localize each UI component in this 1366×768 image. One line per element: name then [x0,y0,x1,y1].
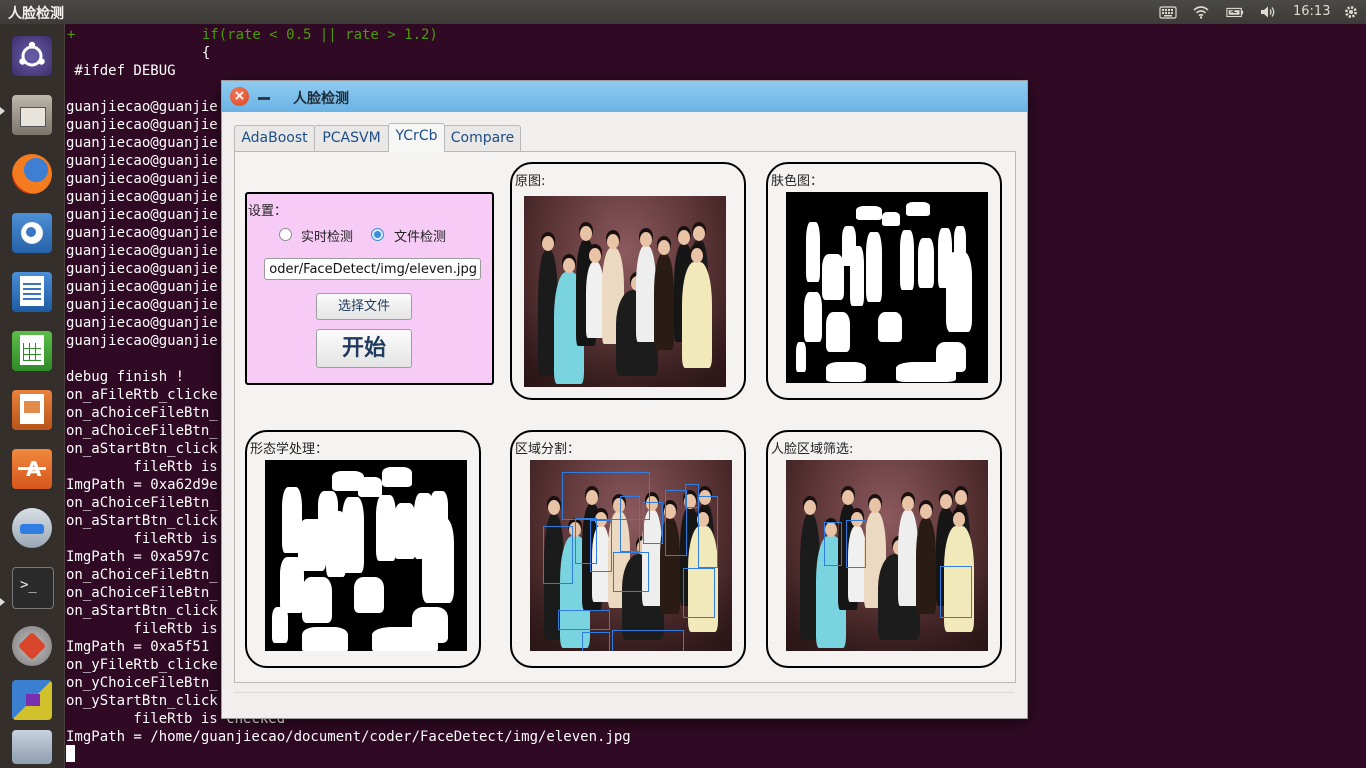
keyboard-icon[interactable] [1159,4,1177,20]
gear-icon[interactable] [1342,4,1360,20]
update-manager-icon[interactable] [6,502,58,554]
launcher: A >_ [0,24,65,768]
tab-pcasvm[interactable]: PCASVM [314,125,389,151]
choose-file-button[interactable]: 选择文件 [316,293,412,320]
radio-file-label[interactable]: 文件检测 [394,226,446,245]
software-center-icon[interactable]: A [6,443,58,495]
terminal-line: #ifdef DEBUG [66,63,176,79]
calc-icon[interactable] [6,325,58,377]
system-settings-icon[interactable] [6,620,58,672]
files-icon[interactable] [6,89,58,141]
terminal-line: on_aChoiceFileBtn_ [66,567,218,583]
terminal-line: on_aStartBtn_click [66,513,218,529]
terminal-line: guanjiecao@guanjie [66,153,218,169]
terminal-line: fileRtb is [66,459,218,475]
terminal-line: on_aChoiceFileBtn_ [66,423,218,439]
trash-icon[interactable] [6,724,58,768]
terminal-line: on_aFileRtb_clicke [66,387,218,403]
terminal-line: ImgPath = 0xa5f51 [66,639,210,655]
battery-icon[interactable] [1226,4,1244,20]
tab-adaboost[interactable]: AdaBoost [234,125,315,151]
terminal-line: on_aChoiceFileBtn_ [66,585,218,601]
terminal-line: guanjiecao@guanjie [66,135,218,151]
terminal-line: guanjiecao@guanjie [66,117,218,133]
start-button[interactable]: 开始 [316,329,412,368]
active-window-title: 人脸检测 [8,6,64,22]
face-filter-image [786,460,988,651]
skin-map-panel: 肤色图： [766,162,1002,400]
ycrcb-tab-pane: 设置： 实时检测 文件检测 oder/FaceDetect/img/eleven… [234,151,1016,683]
settings-group: 设置： 实时检测 文件检测 oder/FaceDetect/img/eleven… [245,192,494,385]
segmentation-image [530,460,732,651]
settings-title: 设置： [248,204,288,219]
morphology-image [265,460,467,651]
face-filter-panel: 人脸区域筛选: [766,430,1002,668]
firefox-icon[interactable] [6,148,58,200]
terminal-line: + if(rate < 0.5 || rate > 1.2) [67,27,438,43]
dialog-titlebar[interactable]: × 人脸检测 [222,81,1027,112]
minimize-icon[interactable] [258,97,270,100]
terminal-line: guanjiecao@guanjie [66,189,218,205]
terminal-line: on_aChoiceFileBtn_ [66,495,218,511]
terminal-line: ImgPath = 0xa62d9e [66,477,218,493]
terminal-line: ImgPath = 0xa597c [66,549,210,565]
terminal-line: guanjiecao@guanjie [66,99,218,115]
tab-ycrcb[interactable]: YCrCb [388,123,445,152]
original-image-title: 原图: [515,174,546,189]
chromium-icon[interactable] [6,207,58,259]
terminal-line: on_yFileRtb_clicke [66,657,218,673]
morphology-title: 形态学处理： [250,442,329,457]
skin-map-title: 肤色图： [771,174,824,189]
original-image-panel: 原图: [510,162,746,400]
terminal-icon[interactable]: >_ [6,561,58,613]
terminal-cursor [66,745,75,762]
terminal-line: { [67,45,211,61]
terminal-line: guanjiecao@guanjie [66,171,218,187]
terminal-line: on_yStartBtn_click [66,693,218,709]
terminal-line: fileRtb is [66,621,218,637]
terminal-line: guanjiecao@guanjie [66,279,218,295]
workspace-switcher-icon[interactable] [6,674,58,724]
file-path-text: oder/FaceDetect/img/eleven.jpg [269,262,477,277]
face-filter-title: 人脸区域筛选: [771,442,854,457]
dialog-status-bar [234,692,1014,709]
original-image [524,196,726,387]
volume-icon[interactable] [1259,4,1277,20]
terminal-line: debug finish ! [66,369,185,385]
segmentation-panel: 区域分割： [510,430,746,668]
segmentation-title: 区域分割： [515,442,581,457]
terminal-line: guanjiecao@guanjie [66,243,218,259]
file-path-input[interactable]: oder/FaceDetect/img/eleven.jpg [264,258,481,280]
face-detect-dialog: × 人脸检测 AdaBoost PCASVM YCrCb Compare 设置：… [221,80,1028,719]
tab-compare[interactable]: Compare [444,125,521,151]
terminal-line: guanjiecao@guanjie [66,207,218,223]
terminal-line: on_aChoiceFileBtn_ [66,405,218,421]
radio-realtime-label[interactable]: 实时检测 [301,226,353,245]
ubuntu-dash-icon[interactable] [6,30,58,82]
terminal-line: guanjiecao@guanjie [66,333,218,349]
clock[interactable]: 16:13 [1293,4,1330,19]
terminal-line: guanjiecao@guanjie [66,297,218,313]
terminal-line: on_aStartBtn_click [66,603,218,619]
terminal-line: on_aStartBtn_click [66,441,218,457]
terminal-line: guanjiecao@guanjie [66,261,218,277]
radio-file[interactable] [371,228,384,241]
terminal-line: on_yChoiceFileBtn_ [66,675,218,691]
top-panel: 人脸检测 16:13 [0,0,1366,24]
terminal-line: guanjiecao@guanjie [66,315,218,331]
radio-realtime[interactable] [279,228,292,241]
skin-map-image [786,192,988,383]
terminal-line: fileRtb is [66,531,218,547]
writer-icon[interactable] [6,266,58,318]
wifi-icon[interactable] [1192,4,1210,20]
terminal-line: guanjiecao@guanjie [66,225,218,241]
terminal-line: ImgPath = /home/guanjiecao/document/code… [66,729,631,745]
morphology-panel: 形态学处理： [245,430,481,668]
dialog-title: 人脸检测 [293,91,349,107]
close-icon[interactable]: × [230,87,249,106]
impress-icon[interactable] [6,384,58,436]
